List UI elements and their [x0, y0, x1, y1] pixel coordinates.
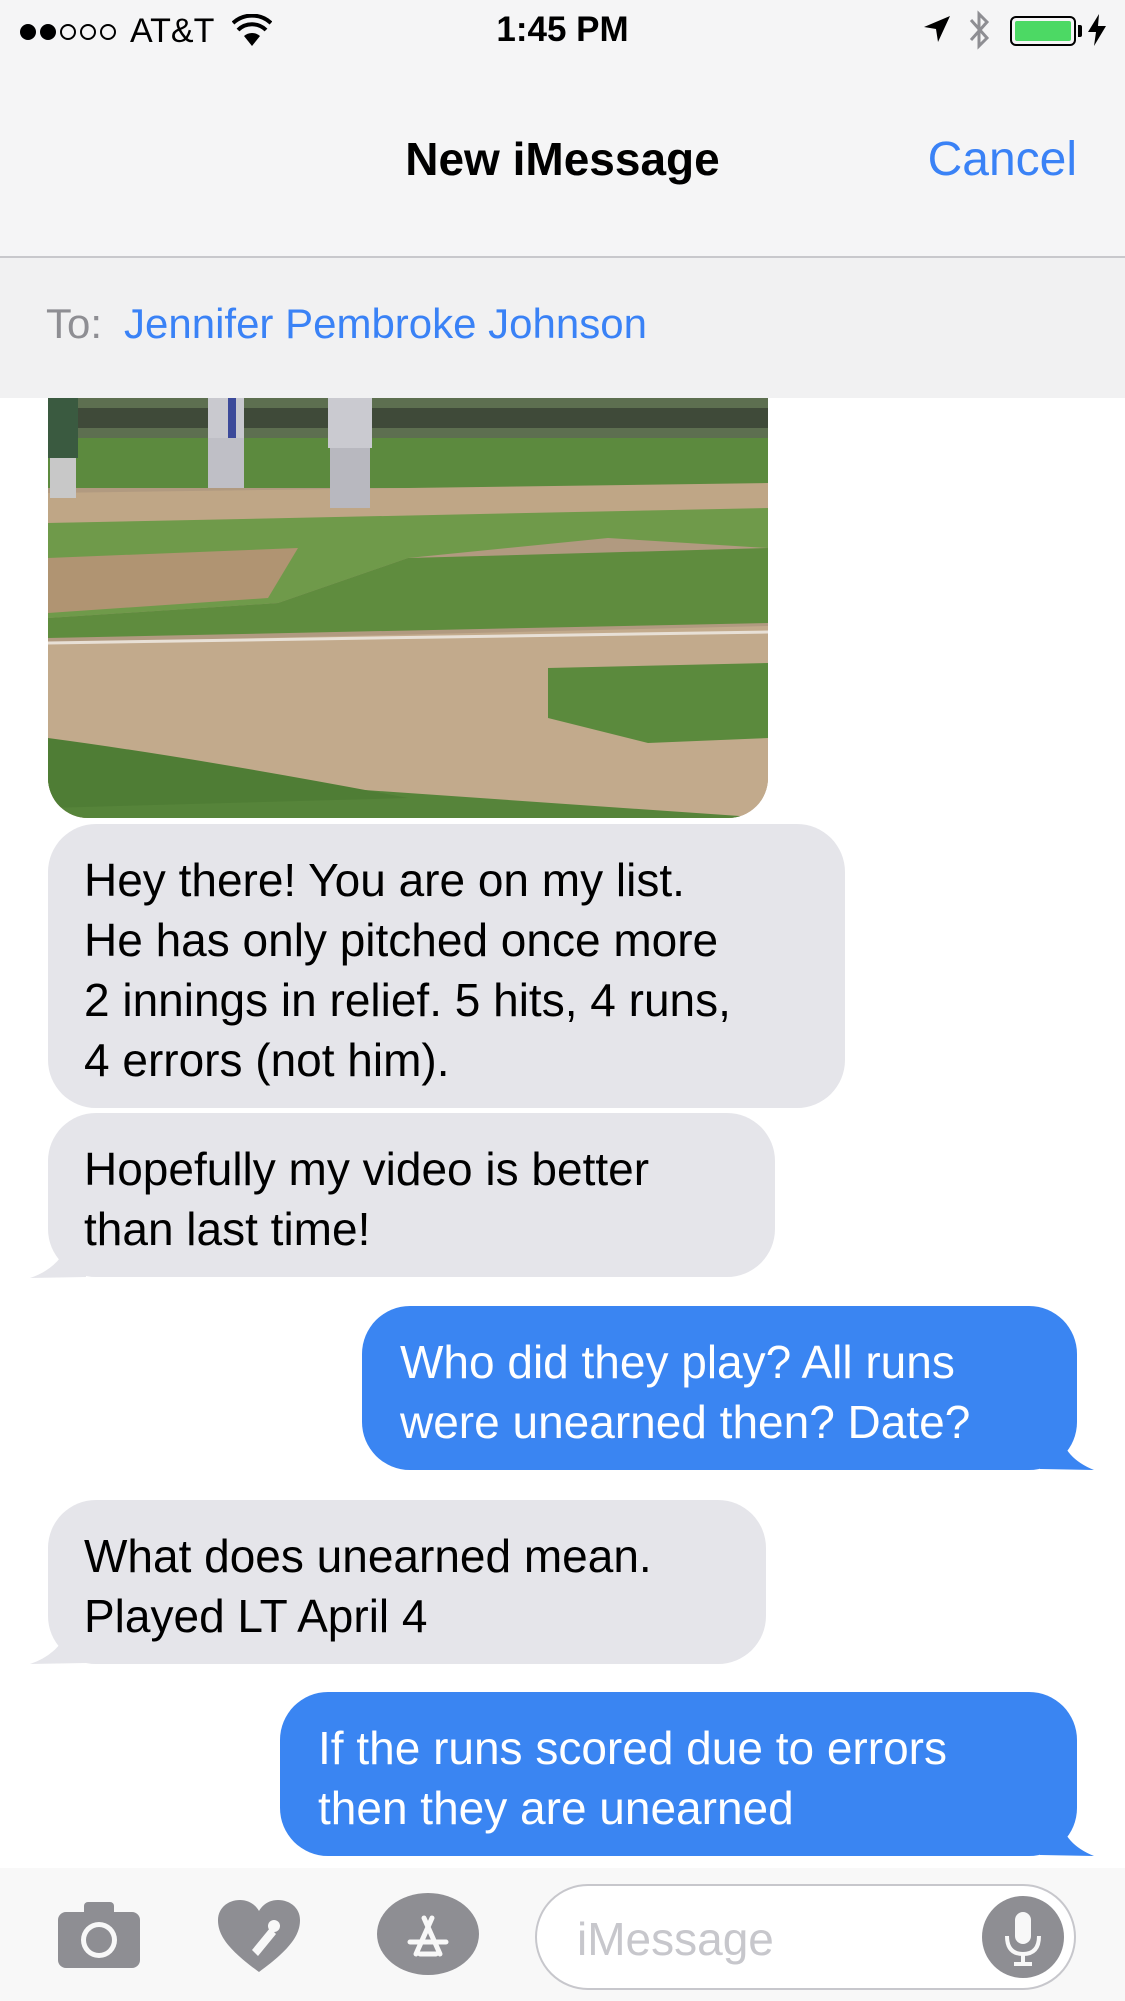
status-time: 1:45 PM	[496, 10, 629, 49]
message-text: then they are unearned	[318, 1782, 794, 1834]
message-text: Played LT April 4	[84, 1590, 428, 1642]
microphone-icon[interactable]	[982, 1896, 1064, 1978]
bubble-tail	[30, 1626, 86, 1664]
recipient-name[interactable]: Jennifer Pembroke Johnson	[124, 300, 647, 348]
camera-icon[interactable]	[56, 1900, 142, 1975]
message-text: Hey there! You are on my list.	[84, 854, 685, 906]
navigation-bar: New iMessage Cancel	[0, 62, 1125, 258]
battery-icon	[1010, 16, 1076, 46]
message-bubble-received[interactable]: Hey there! You are on my list. He has on…	[48, 824, 845, 1108]
bubble-tail	[1040, 1432, 1094, 1470]
message-bubble-received[interactable]: What does unearned mean. Played LT April…	[48, 1500, 766, 1664]
cancel-button[interactable]: Cancel	[928, 132, 1077, 187]
message-bubble-sent[interactable]: If the runs scored due to errors then th…	[280, 1692, 1077, 1856]
message-text: He has only pitched once more	[84, 914, 719, 966]
message-bubble-sent[interactable]: Who did they play? All runs were unearne…	[362, 1306, 1077, 1470]
message-input[interactable]: iMessage	[535, 1884, 1076, 1990]
bubble-tail	[30, 1240, 86, 1278]
digital-touch-heart-icon[interactable]	[216, 1898, 302, 1979]
message-text: Hopefully my video is better	[84, 1143, 650, 1195]
message-text: 4 errors (not him).	[84, 1034, 450, 1086]
recipient-field[interactable]: To: Jennifer Pembroke Johnson	[0, 258, 1125, 398]
bluetooth-icon	[966, 10, 992, 55]
video-message-thumbnail[interactable]	[48, 398, 768, 818]
to-label: To:	[46, 300, 103, 347]
app-store-icon[interactable]	[376, 1892, 480, 1981]
message-bubble-received[interactable]: Hopefully my video is better than last t…	[48, 1113, 775, 1277]
bubble-tail	[1040, 1818, 1094, 1856]
compose-bar: iMessage	[0, 1868, 1125, 2001]
message-text: What does unearned mean.	[84, 1530, 652, 1582]
message-text: were unearned then? Date?	[400, 1396, 971, 1448]
message-text: Who did they play? All runs	[400, 1336, 955, 1388]
message-text: 2 innings in relief. 5 hits, 4 runs,	[84, 974, 731, 1026]
message-text: than last time!	[84, 1203, 371, 1255]
charging-bolt-icon	[1088, 14, 1106, 51]
message-input-placeholder: iMessage	[577, 1913, 774, 1965]
message-text: If the runs scored due to errors	[318, 1722, 947, 1774]
status-bar: AT&T 1:45 PM	[0, 0, 1125, 62]
location-arrow-icon	[922, 14, 952, 49]
